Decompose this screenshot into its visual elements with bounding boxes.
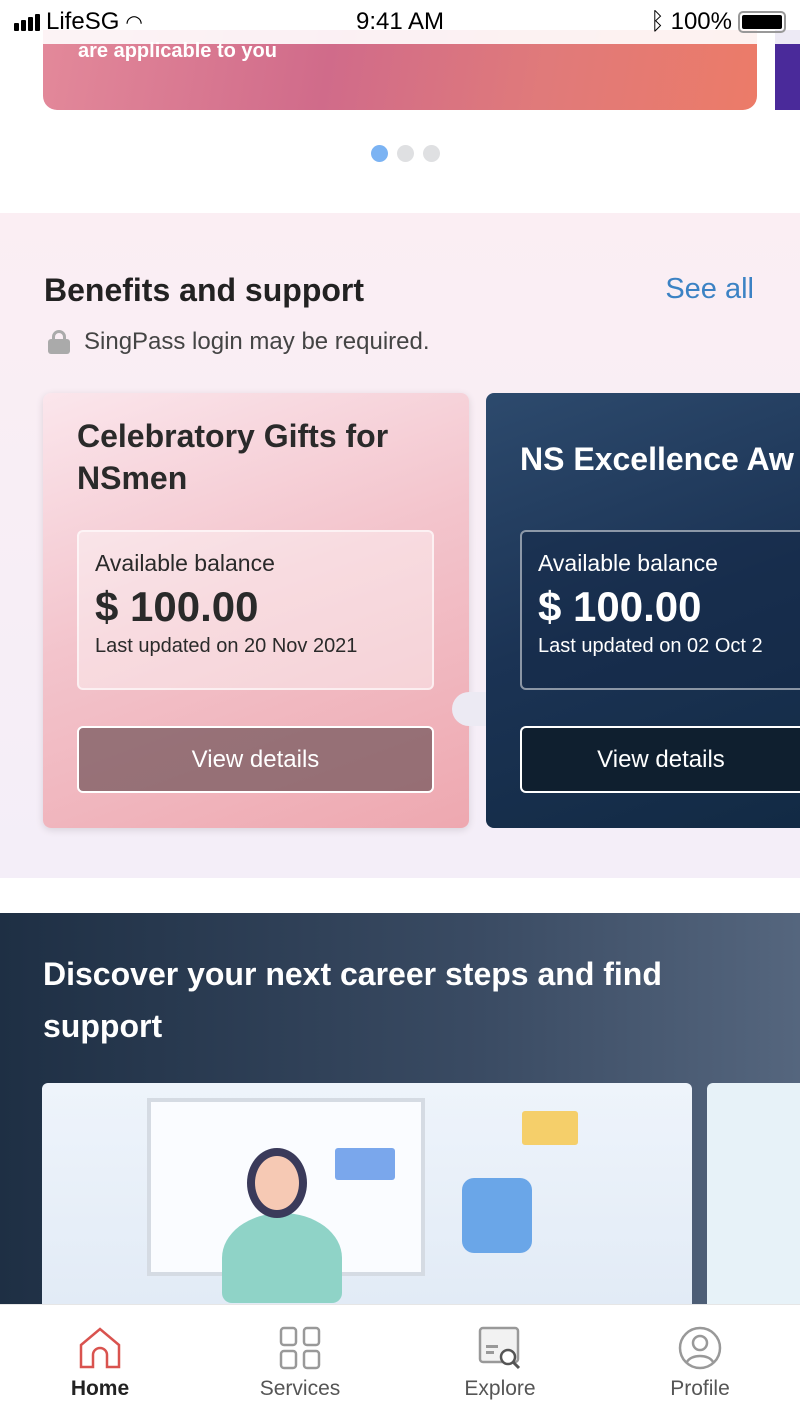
nav-profile[interactable]: Profile [600,1305,800,1423]
see-all-link[interactable]: See all [665,273,754,306]
illustration-person-2 [462,1178,532,1253]
signal-icon [14,13,40,31]
career-title: Discover your next career steps and find… [43,956,662,1044]
wifi-icon: ◠ [125,11,143,34]
explore-icon [478,1326,521,1370]
balance-box: Available balance $ 100.00 Last updated … [77,530,434,690]
balance-label: Available balance [95,550,275,576]
career-card-next[interactable] [707,1083,800,1304]
illustration-bubble [335,1148,395,1180]
nav-home[interactable]: Home [0,1305,200,1423]
nav-services[interactable]: Services [200,1305,400,1423]
nav-label: Explore [464,1377,536,1400]
nav-label: Home [70,1377,130,1400]
carrier: LifeSG [46,8,120,35]
home-icon [79,1327,121,1369]
section-title: Benefits and support [44,272,365,308]
dot[interactable] [423,145,440,162]
card-title: Celebratory Gifts for NSmen [77,418,389,496]
carousel-dots [371,145,440,162]
balance-label: Available balance [538,550,718,576]
last-updated: Last updated on 20 Nov 2021 [95,635,358,657]
balance-box: Available balance $ 100.00 Last updated … [520,530,800,690]
profile-icon [678,1326,722,1370]
nav-label: Services [259,1377,341,1400]
battery-text: 100% [670,8,732,35]
nav-explore[interactable]: Explore [400,1305,600,1423]
nav-label: Profile [670,1377,730,1400]
battery-icon [738,11,786,33]
dot-active[interactable] [371,145,388,162]
last-updated: Last updated on 02 Oct 2 [538,635,763,657]
balance-amount: $ 100.00 [538,583,702,630]
illustration-person [222,1213,342,1303]
grid-icon [279,1326,321,1370]
status-bar: LifeSG ◠ 9:41 AM ᛒ 100% [0,0,800,44]
view-details-button[interactable]: View details [520,726,800,793]
balance-amount: $ 100.00 [95,583,259,630]
view-details-button[interactable]: View details [77,726,434,793]
benefit-card[interactable]: Celebratory Gifts for NSmen Available ba… [43,393,469,828]
bluetooth-icon: ᛒ [650,8,665,35]
card-title: NS Excellence Aw [520,441,794,477]
benefit-card[interactable]: NS Excellence Aw Available balance $ 100… [486,393,800,828]
bottom-nav: Home Services Explore Profile [0,1304,800,1423]
note-text: SingPass login may be required. [84,328,430,355]
login-note: SingPass login may be required. [48,328,430,356]
illustration-bubble [522,1111,578,1145]
dot[interactable] [397,145,414,162]
illustration-head [247,1148,307,1218]
career-card[interactable] [42,1083,692,1304]
lock-icon [48,330,70,354]
